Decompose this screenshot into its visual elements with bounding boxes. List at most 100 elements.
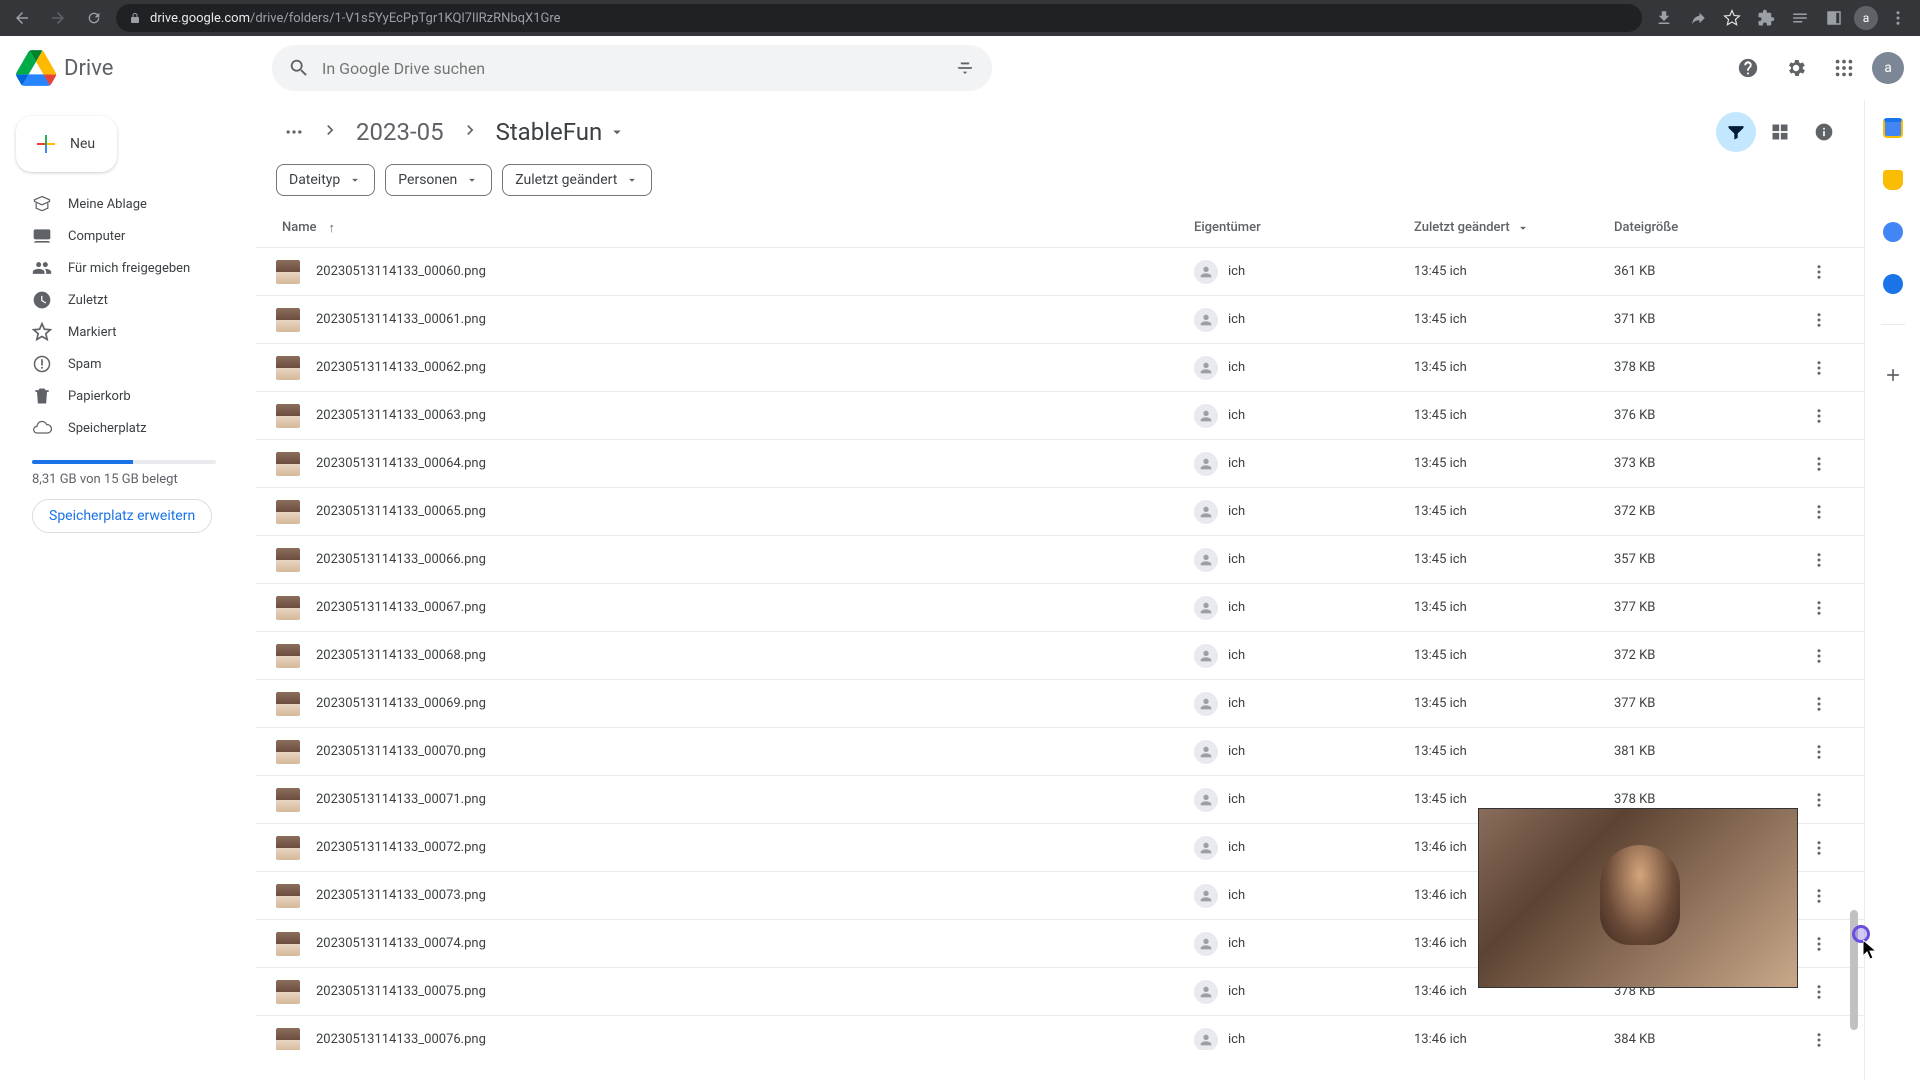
account-avatar[interactable]: a xyxy=(1872,52,1904,84)
row-more-icon[interactable] xyxy=(1803,928,1835,960)
file-name: 20230513114133_00070.png xyxy=(316,744,1194,759)
drive-header: Drive a xyxy=(0,36,1920,100)
sidebar-item-computer[interactable]: Computer xyxy=(8,220,240,252)
owner-label: ich xyxy=(1228,744,1245,759)
share-icon[interactable] xyxy=(1684,4,1712,32)
column-size[interactable]: Dateigröße xyxy=(1614,220,1794,235)
owner-avatar-icon xyxy=(1194,308,1218,332)
column-modified[interactable]: Zuletzt geändert xyxy=(1414,220,1614,235)
sidebar-item-storage[interactable]: Meine Ablage xyxy=(8,188,240,220)
owner-avatar-icon xyxy=(1194,260,1218,284)
owner-label: ich xyxy=(1228,984,1245,999)
file-row[interactable]: 20230513114133_00069.png ich 13:45 ich 3… xyxy=(256,680,1864,728)
file-thumbnail xyxy=(276,692,300,716)
sidebar-item-label: Meine Ablage xyxy=(68,197,147,212)
tasks-app-icon[interactable] xyxy=(1873,212,1913,252)
reading-list-icon[interactable] xyxy=(1786,4,1814,32)
file-row[interactable]: 20230513114133_00066.png ich 13:45 ich 3… xyxy=(256,536,1864,584)
row-more-icon[interactable] xyxy=(1803,304,1835,336)
row-more-icon[interactable] xyxy=(1803,832,1835,864)
filter-modified-chip[interactable]: Zuletzt geändert xyxy=(502,164,652,196)
chevron-right-icon xyxy=(320,120,340,144)
file-row[interactable]: 20230513114133_00061.png ich 13:45 ich 3… xyxy=(256,296,1864,344)
reload-button[interactable] xyxy=(80,4,108,32)
file-row[interactable]: 20230513114133_00065.png ich 13:45 ich 3… xyxy=(256,488,1864,536)
owner-label: ich xyxy=(1228,696,1245,711)
row-more-icon[interactable] xyxy=(1803,256,1835,288)
file-name: 20230513114133_00075.png xyxy=(316,984,1194,999)
url-bar[interactable]: drive.google.com/drive/folders/1-V1s5YyE… xyxy=(116,4,1642,32)
filter-type-chip[interactable]: Dateityp xyxy=(276,164,375,196)
browser-menu-icon[interactable] xyxy=(1884,4,1912,32)
file-row[interactable]: 20230513114133_00062.png ich 13:45 ich 3… xyxy=(256,344,1864,392)
row-more-icon[interactable] xyxy=(1803,544,1835,576)
sidebar-item-star[interactable]: Markiert xyxy=(8,316,240,348)
owner-label: ich xyxy=(1228,1032,1245,1047)
grid-view-button[interactable] xyxy=(1760,112,1800,152)
search-options-icon[interactable] xyxy=(954,57,976,79)
row-more-icon[interactable] xyxy=(1803,1024,1835,1051)
drive-logo[interactable]: Drive xyxy=(16,48,254,88)
contacts-app-icon[interactable] xyxy=(1873,264,1913,304)
sidebar-item-label: Für mich freigegeben xyxy=(68,261,190,276)
row-more-icon[interactable] xyxy=(1803,496,1835,528)
trash-icon xyxy=(32,386,52,406)
sidebar-item-cloud[interactable]: Speicherplatz xyxy=(8,412,240,444)
row-more-icon[interactable] xyxy=(1803,592,1835,624)
file-row[interactable]: 20230513114133_00076.png ich 13:46 ich 3… xyxy=(256,1016,1864,1050)
sidebar-item-recent[interactable]: Zuletzt xyxy=(8,284,240,316)
row-more-icon[interactable] xyxy=(1803,400,1835,432)
owner-avatar-icon xyxy=(1194,548,1218,572)
file-row[interactable]: 20230513114133_00064.png ich 13:45 ich 3… xyxy=(256,440,1864,488)
bookmark-star-icon[interactable] xyxy=(1718,4,1746,32)
row-more-icon[interactable] xyxy=(1803,352,1835,384)
owner-label: ich xyxy=(1228,408,1245,423)
search-box[interactable] xyxy=(272,45,992,91)
scrollbar-thumb[interactable] xyxy=(1850,910,1858,1030)
info-button[interactable] xyxy=(1804,112,1844,152)
file-row[interactable]: 20230513114133_00068.png ich 13:45 ich 3… xyxy=(256,632,1864,680)
side-panel-icon[interactable] xyxy=(1820,4,1848,32)
new-button[interactable]: Neu xyxy=(16,116,117,172)
filter-people-chip[interactable]: Personen xyxy=(385,164,492,196)
sidebar-item-label: Papierkorb xyxy=(68,389,131,404)
keep-app-icon[interactable] xyxy=(1873,160,1913,200)
row-more-icon[interactable] xyxy=(1803,448,1835,480)
file-row[interactable]: 20230513114133_00070.png ich 13:45 ich 3… xyxy=(256,728,1864,776)
column-name[interactable]: Name↑ xyxy=(276,220,1194,236)
extensions-icon[interactable] xyxy=(1752,4,1780,32)
install-app-icon[interactable] xyxy=(1650,4,1678,32)
column-owner[interactable]: Eigentümer xyxy=(1194,220,1414,235)
settings-icon[interactable] xyxy=(1776,48,1816,88)
row-more-icon[interactable] xyxy=(1803,640,1835,672)
file-row[interactable]: 20230513114133_00060.png ich 13:45 ich 3… xyxy=(256,248,1864,296)
breadcrumb-current[interactable]: StableFun xyxy=(488,114,635,150)
filter-toggle-button[interactable] xyxy=(1716,112,1756,152)
modified-cell: 13:45 ich xyxy=(1414,552,1614,567)
sidebar-item-shared[interactable]: Für mich freigegeben xyxy=(8,252,240,284)
apps-grid-icon[interactable] xyxy=(1824,48,1864,88)
row-more-icon[interactable] xyxy=(1803,880,1835,912)
owner-cell: ich xyxy=(1194,788,1414,812)
search-input[interactable] xyxy=(322,59,942,78)
forward-button[interactable] xyxy=(44,4,72,32)
support-icon[interactable] xyxy=(1728,48,1768,88)
add-addon-button[interactable] xyxy=(1883,365,1903,389)
row-more-icon[interactable] xyxy=(1803,736,1835,768)
row-more-icon[interactable] xyxy=(1803,784,1835,816)
file-row[interactable]: 20230513114133_00067.png ich 13:45 ich 3… xyxy=(256,584,1864,632)
file-row[interactable]: 20230513114133_00063.png ich 13:45 ich 3… xyxy=(256,392,1864,440)
breadcrumb-parent[interactable]: 2023-05 xyxy=(348,114,452,150)
row-more-icon[interactable] xyxy=(1803,688,1835,720)
sidebar-item-trash[interactable]: Papierkorb xyxy=(8,380,240,412)
calendar-app-icon[interactable] xyxy=(1873,108,1913,148)
file-thumbnail xyxy=(276,836,300,860)
upgrade-storage-button[interactable]: Speicherplatz erweitern xyxy=(32,499,212,533)
file-thumbnail xyxy=(276,452,300,476)
browser-profile-avatar[interactable]: a xyxy=(1854,6,1878,30)
sidebar-item-spam[interactable]: Spam xyxy=(8,348,240,380)
recent-icon xyxy=(32,290,52,310)
breadcrumb-more-icon[interactable] xyxy=(276,114,312,150)
row-more-icon[interactable] xyxy=(1803,976,1835,1008)
back-button[interactable] xyxy=(8,4,36,32)
